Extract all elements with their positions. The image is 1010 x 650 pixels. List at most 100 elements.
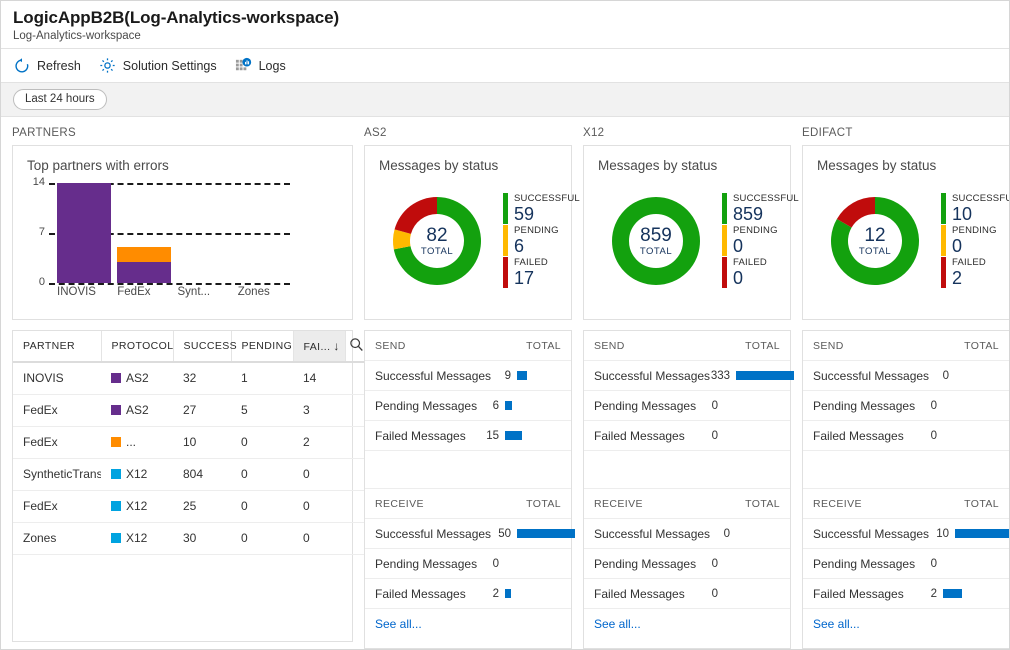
send-section: SEND TOTAL Successful Messages 333 Pending M… <box>584 331 795 451</box>
donut-chart[interactable]: 859 TOTAL <box>600 185 712 297</box>
legend-color-bar <box>503 225 508 256</box>
stat-row[interactable]: Successful Messages 50 <box>365 519 576 549</box>
stat-row[interactable]: Pending Messages 0 <box>584 391 790 421</box>
send-header-right: TOTAL <box>526 339 561 352</box>
table-row[interactable]: FedEx AS2 27 5 3 <box>13 394 367 427</box>
stat-row[interactable]: Failed Messages 0 <box>584 579 790 609</box>
time-range-picker[interactable]: Last 24 hours <box>13 89 107 110</box>
page-subtitle: Log-Analytics-workspace <box>13 30 141 42</box>
receive-header-right: TOTAL <box>526 497 561 510</box>
table-row[interactable]: FedEx... 10 0 2 <box>13 426 367 459</box>
legend-item: SUCCESSFUL.10 <box>941 193 1009 224</box>
table-column-header-fai[interactable]: FAI... ↓ <box>293 331 346 363</box>
stat-row[interactable]: Successful Messages 9 <box>365 361 571 391</box>
bar-group[interactable] <box>170 183 230 283</box>
messages-by-status-card[interactable]: Messages by status 859 TOTAL SUCCESSFUL 859 P… <box>583 145 799 320</box>
x-axis-tick-label: Synt... <box>177 286 211 298</box>
sort-desc-icon: ↓ <box>333 339 340 353</box>
message-counts-card[interactable]: SEND TOTAL Successful Messages 0 Pending Mes… <box>802 330 1009 649</box>
message-counts-card[interactable]: SEND TOTAL Successful Messages 333 Pending M… <box>583 330 795 649</box>
stat-value: 6 <box>492 399 499 412</box>
legend-color-bar <box>503 193 508 224</box>
legend-value: 0 <box>733 268 744 288</box>
table-row[interactable]: Zones X12 30 0 0 <box>13 522 367 555</box>
table-row[interactable]: FedEx X12 25 0 0 <box>13 490 367 523</box>
legend-color-bar <box>722 193 727 224</box>
page-title: LogicAppB2B(Log-Analytics-workspace) <box>13 8 340 27</box>
see-all-link[interactable]: See all... <box>584 609 790 639</box>
partners-table-card[interactable]: PARTNER PROTOCOL SUCCESS PENDING FAI... ↓ INO… <box>12 330 367 642</box>
stat-value: 333 <box>710 369 731 382</box>
table-row[interactable]: SyntheticTrans X12 804 0 0 <box>13 458 367 491</box>
bar-group[interactable] <box>230 183 290 283</box>
bar-group[interactable] <box>49 183 111 283</box>
legend-value: 2 <box>952 268 963 288</box>
see-all-link[interactable]: See all... <box>365 609 571 639</box>
stat-row[interactable]: Failed Messages 15 <box>365 421 571 451</box>
top-partners-xaxis: INOVIS FedEx Synt... Zones <box>49 286 290 298</box>
stat-row[interactable]: Pending Messages 0 <box>584 549 790 579</box>
donut-row: 12TOTALSUCCESSFUL.10PENDING0FAILED2 <box>817 185 1009 297</box>
stat-bar <box>955 528 1009 538</box>
legend-color-bar <box>503 257 508 288</box>
cell-failed: 0 <box>293 490 345 523</box>
donut-row: 859 TOTAL SUCCESSFUL 859 PENDING 0 FAILED 0 <box>598 185 799 297</box>
stat-row[interactable]: Pending Messages 0 <box>365 549 571 579</box>
receive-header-right: TOTAL <box>964 497 999 510</box>
messages-by-status-card[interactable]: Messages by status 82 TOTAL SUCCESSFUL 59 PEN… <box>364 145 580 320</box>
messages-by-status-title: Messages by status <box>379 158 499 173</box>
stat-row[interactable]: Failed Messages 0 <box>584 421 790 451</box>
stat-row[interactable]: Pending Messages 0 <box>803 391 1009 421</box>
stat-bar-track <box>499 397 561 415</box>
cell-partner: INOVIS <box>13 362 101 395</box>
table-column-header-protocol[interactable]: PROTOCOL <box>101 331 174 363</box>
stat-row[interactable]: Successful Messages 10 <box>803 519 1009 549</box>
protocol-label: AS2 <box>126 371 149 386</box>
bar-segment <box>117 247 172 262</box>
table-row[interactable]: INOVIS AS2 32 1 14 <box>13 362 367 395</box>
stat-row[interactable]: Failed Messages 0 <box>803 421 1009 451</box>
bar-group[interactable] <box>109 183 172 283</box>
top-partners-chart-card[interactable]: Top partners with errors 0 7 14 INOVIS FedE… <box>12 145 353 320</box>
protocol-label: AS2 <box>126 403 149 417</box>
protocol-label: X12 <box>126 499 148 513</box>
logs-button[interactable]: Logs <box>235 57 286 74</box>
table-column-header-pending[interactable]: PENDING <box>231 331 294 363</box>
table-column-header-partner[interactable]: PARTNER <box>13 331 102 363</box>
see-all-link[interactable]: See all... <box>803 609 1009 639</box>
legend-item: FAILED 17 <box>503 257 580 288</box>
stat-row[interactable]: Pending Messages 6 <box>365 391 571 421</box>
stat-bar-track <box>511 525 576 543</box>
stat-row[interactable]: Failed Messages 2 <box>803 579 1009 609</box>
time-range-bar: Last 24 hours <box>1 83 1009 117</box>
message-counts-card[interactable]: SEND TOTAL Successful Messages 9 Pending Mes… <box>364 330 576 649</box>
solution-settings-label: Solution Settings <box>122 58 217 73</box>
stat-row[interactable]: Successful Messages 333 <box>584 361 795 391</box>
stat-row[interactable]: Failed Messages 2 <box>365 579 571 609</box>
stat-row[interactable]: Successful Messages 0 <box>803 361 1009 391</box>
stat-label: Failed Messages <box>375 586 466 601</box>
protocol-swatch <box>111 533 121 543</box>
solution-settings-button[interactable]: Solution Settings <box>99 57 217 74</box>
stat-value: 0 <box>930 399 937 412</box>
stat-row[interactable]: Successful Messages 0 <box>584 519 790 549</box>
stat-label: Failed Messages <box>813 428 904 443</box>
stat-label: Pending Messages <box>375 556 478 571</box>
stat-value: 50 <box>498 527 512 540</box>
send-header: SEND TOTAL <box>803 331 1009 361</box>
cell-partner: Zones <box>13 522 101 555</box>
donut-chart[interactable]: 82 TOTAL <box>381 185 493 297</box>
cell-success: 804 <box>173 458 231 491</box>
donut-chart[interactable]: 12 TOTAL <box>819 185 931 297</box>
legend-value: 0 <box>733 236 744 256</box>
cell-success: 27 <box>173 394 231 427</box>
messages-by-status-card[interactable]: Messages by status12TOTALSUCCESSFUL.10PE… <box>802 145 1009 320</box>
y-axis-tick-label: 0 <box>38 276 45 288</box>
table-column-header-success[interactable]: SUCCESS <box>173 331 237 363</box>
stat-value: 0 <box>711 429 718 442</box>
stat-bar-track <box>499 427 561 445</box>
stat-label: Successful Messages <box>594 368 711 383</box>
protocol-swatch <box>111 469 121 479</box>
stat-row[interactable]: Pending Messages 0 <box>803 549 1009 579</box>
refresh-button[interactable]: Refresh <box>13 57 81 74</box>
